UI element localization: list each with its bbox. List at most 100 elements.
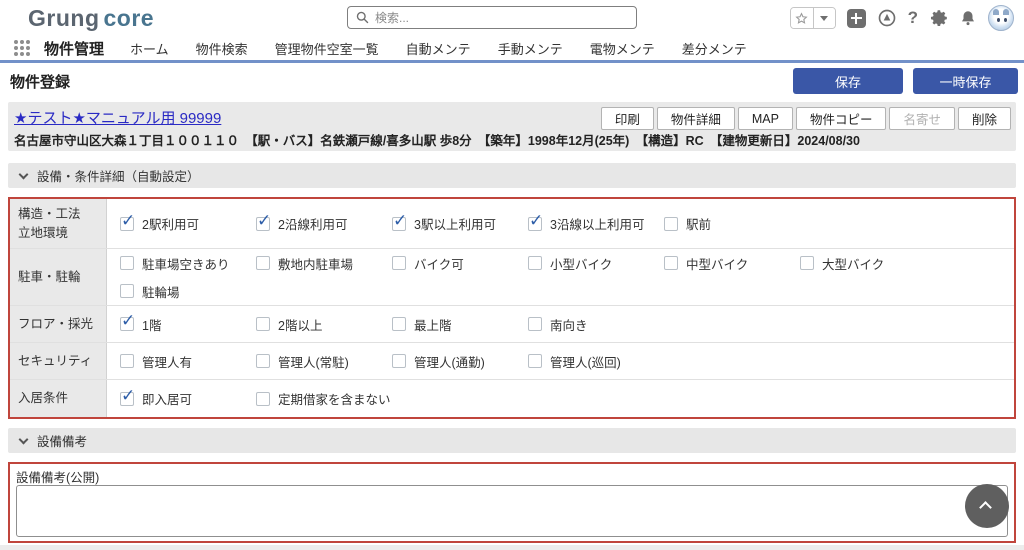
checkbox-item[interactable]: バイク可 bbox=[392, 254, 528, 273]
scroll-to-top-button[interactable] bbox=[965, 484, 1009, 528]
checkbox-unchecked-icon[interactable] bbox=[664, 217, 678, 231]
checkbox-unchecked-icon[interactable] bbox=[800, 256, 814, 270]
checkbox-unchecked-icon[interactable] bbox=[528, 256, 542, 270]
app-launcher-icon[interactable] bbox=[14, 40, 30, 56]
nav-item[interactable]: 自動メンテ bbox=[406, 39, 471, 58]
bell-icon[interactable] bbox=[959, 9, 977, 27]
checkbox-item[interactable]: 3沿線以上利用可 bbox=[528, 214, 664, 233]
favorites-dropdown-icon[interactable] bbox=[813, 8, 835, 28]
property-action-button[interactable]: 削除 bbox=[958, 107, 1011, 130]
property-action-button[interactable]: 物件詳細 bbox=[657, 107, 735, 130]
section-header-details[interactable]: 設備・条件詳細（自動設定） bbox=[8, 163, 1016, 188]
checkbox-item[interactable]: 即入居可 bbox=[120, 389, 256, 408]
property-action-button[interactable]: 印刷 bbox=[601, 107, 654, 130]
checkbox-unchecked-icon[interactable] bbox=[256, 317, 270, 331]
favorite-star-icon[interactable] bbox=[791, 8, 813, 28]
conditions-row: 駐車・駐輪 駐車場空きあり 敷地内駐車場バイク可小型バイク中型バイク大型バイク駐輪場 bbox=[10, 249, 1014, 306]
nav-item[interactable]: 管理物件空室一覧 bbox=[275, 39, 379, 58]
checkbox-label: 管理人(常駐) bbox=[278, 352, 349, 371]
temp-save-button[interactable]: 一時保存 bbox=[913, 68, 1018, 94]
nav-item[interactable]: 電物メンテ bbox=[590, 39, 655, 58]
row-label: セキュリティ bbox=[10, 343, 107, 379]
property-action-button: 名寄せ bbox=[889, 107, 955, 130]
nav-item[interactable]: ホーム bbox=[130, 39, 169, 58]
section-header-remarks[interactable]: 設備備考 bbox=[8, 428, 1016, 453]
page-bottom-strip bbox=[0, 545, 1024, 550]
global-search[interactable] bbox=[347, 6, 637, 29]
app-name[interactable]: 物件管理 bbox=[44, 38, 104, 59]
checkbox-item[interactable]: 最上階 bbox=[392, 315, 528, 334]
checkbox-unchecked-icon[interactable] bbox=[120, 354, 134, 368]
checkbox-item[interactable]: 敷地内駐車場 bbox=[256, 254, 392, 273]
checkbox-item[interactable]: 1階 bbox=[120, 315, 256, 334]
checkbox-item[interactable]: 2階以上 bbox=[256, 315, 392, 334]
guidance-icon[interactable] bbox=[877, 8, 897, 28]
checkbox-label: 駅前 bbox=[686, 214, 711, 233]
checkbox-item[interactable]: 管理人(常駐) bbox=[256, 352, 392, 371]
nav-item[interactable]: 物件検索 bbox=[196, 39, 248, 58]
checkbox-item[interactable]: 駐輪場 bbox=[120, 282, 256, 301]
nav-item[interactable]: 差分メンテ bbox=[682, 39, 747, 58]
checkbox-item[interactable]: 管理人有 bbox=[120, 352, 256, 371]
row-checkbox-group: 駐車場空きあり 敷地内駐車場バイク可小型バイク中型バイク大型バイク駐輪場 bbox=[107, 249, 1014, 305]
checkbox-label: 駐車場空きあり bbox=[142, 254, 230, 273]
row-label: フロア・採光 bbox=[10, 306, 107, 342]
checkbox-label: 管理人(巡回) bbox=[550, 352, 621, 371]
logo-text-core: core bbox=[104, 5, 155, 31]
nav-items: ホーム 物件検索 管理物件空室一覧 自動メンテ 手動メンテ 電物メンテ 差分メンテ bbox=[130, 39, 747, 58]
checkbox-item[interactable]: 南向き bbox=[528, 315, 664, 334]
checkbox-unchecked-icon[interactable] bbox=[528, 354, 542, 368]
checkbox-label: 駐輪場 bbox=[142, 282, 180, 301]
help-icon[interactable]: ? bbox=[908, 8, 918, 28]
conditions-row: フロア・採光 1階 2階以上最上階南向き bbox=[10, 306, 1014, 343]
checkbox-label: 1階 bbox=[142, 315, 161, 334]
checkbox-item[interactable]: 駅前 bbox=[664, 214, 800, 233]
property-action-button[interactable]: 物件コピー bbox=[796, 107, 887, 130]
checkbox-unchecked-icon[interactable] bbox=[256, 354, 270, 368]
checkbox-checked-icon[interactable] bbox=[392, 217, 406, 231]
property-action-buttons: 印刷物件詳細MAP物件コピー名寄せ削除 bbox=[601, 107, 1011, 130]
checkbox-checked-icon[interactable] bbox=[120, 217, 134, 231]
checkbox-item[interactable]: 2駅利用可 bbox=[120, 214, 256, 233]
search-input[interactable] bbox=[375, 11, 628, 25]
chevron-down-icon bbox=[19, 169, 29, 179]
checkbox-item[interactable]: 小型バイク bbox=[528, 254, 664, 273]
property-action-button[interactable]: MAP bbox=[738, 107, 793, 130]
checkbox-item[interactable]: 定期借家を含まない bbox=[256, 389, 392, 408]
checkbox-item[interactable]: 管理人(通勤) bbox=[392, 352, 528, 371]
checkbox-unchecked-icon[interactable] bbox=[120, 284, 134, 298]
gear-icon[interactable] bbox=[929, 9, 948, 28]
checkbox-item[interactable]: 管理人(巡回) bbox=[528, 352, 664, 371]
remarks-textarea[interactable] bbox=[16, 485, 1008, 537]
conditions-row: セキュリティ管理人有 管理人(常駐) 管理人(通勤) 管理人(巡回) bbox=[10, 343, 1014, 380]
property-header-panel: ★テスト★マニュアル用 99999 名古屋市守山区大森１丁目１００１１０ 【駅・… bbox=[8, 102, 1016, 151]
app-logo[interactable]: Grungcore bbox=[28, 5, 154, 32]
checkbox-unchecked-icon[interactable] bbox=[392, 317, 406, 331]
nav-item[interactable]: 手動メンテ bbox=[498, 39, 563, 58]
checkbox-unchecked-icon[interactable] bbox=[392, 354, 406, 368]
checkbox-item[interactable]: 中型バイク bbox=[664, 254, 800, 273]
checkbox-unchecked-icon[interactable] bbox=[392, 256, 406, 270]
checkbox-checked-icon[interactable] bbox=[120, 392, 134, 406]
checkbox-unchecked-icon[interactable] bbox=[664, 256, 678, 270]
row-label: 駐車・駐輪 bbox=[10, 249, 107, 305]
property-name-link[interactable]: ★テスト★マニュアル用 99999 bbox=[14, 107, 221, 128]
checkbox-item[interactable]: 大型バイク bbox=[800, 254, 936, 273]
checkbox-unchecked-icon[interactable] bbox=[256, 392, 270, 406]
conditions-row: 構造・工法 立地環境2駅利用可2沿線利用可3駅以上利用可3沿線以上利用可駅前 bbox=[10, 199, 1014, 249]
section-title: 設備備考 bbox=[37, 431, 87, 450]
checkbox-unchecked-icon[interactable] bbox=[528, 317, 542, 331]
checkbox-checked-icon[interactable] bbox=[528, 217, 542, 231]
checkbox-item[interactable]: 2沿線利用可 bbox=[256, 214, 392, 233]
checkbox-item[interactable]: 駐車場空きあり bbox=[120, 254, 256, 273]
checkbox-unchecked-icon[interactable] bbox=[256, 256, 270, 270]
remarks-highlight-box: 設備備考(公開) bbox=[8, 462, 1016, 543]
checkbox-checked-icon[interactable] bbox=[256, 217, 270, 231]
app-window: Grungcore ? bbox=[0, 0, 1024, 550]
add-icon[interactable] bbox=[847, 9, 866, 28]
checkbox-checked-icon[interactable] bbox=[120, 317, 134, 331]
checkbox-item[interactable]: 3駅以上利用可 bbox=[392, 214, 528, 233]
user-avatar[interactable] bbox=[988, 5, 1014, 31]
checkbox-unchecked-icon[interactable] bbox=[120, 256, 134, 270]
save-button[interactable]: 保存 bbox=[793, 68, 903, 94]
